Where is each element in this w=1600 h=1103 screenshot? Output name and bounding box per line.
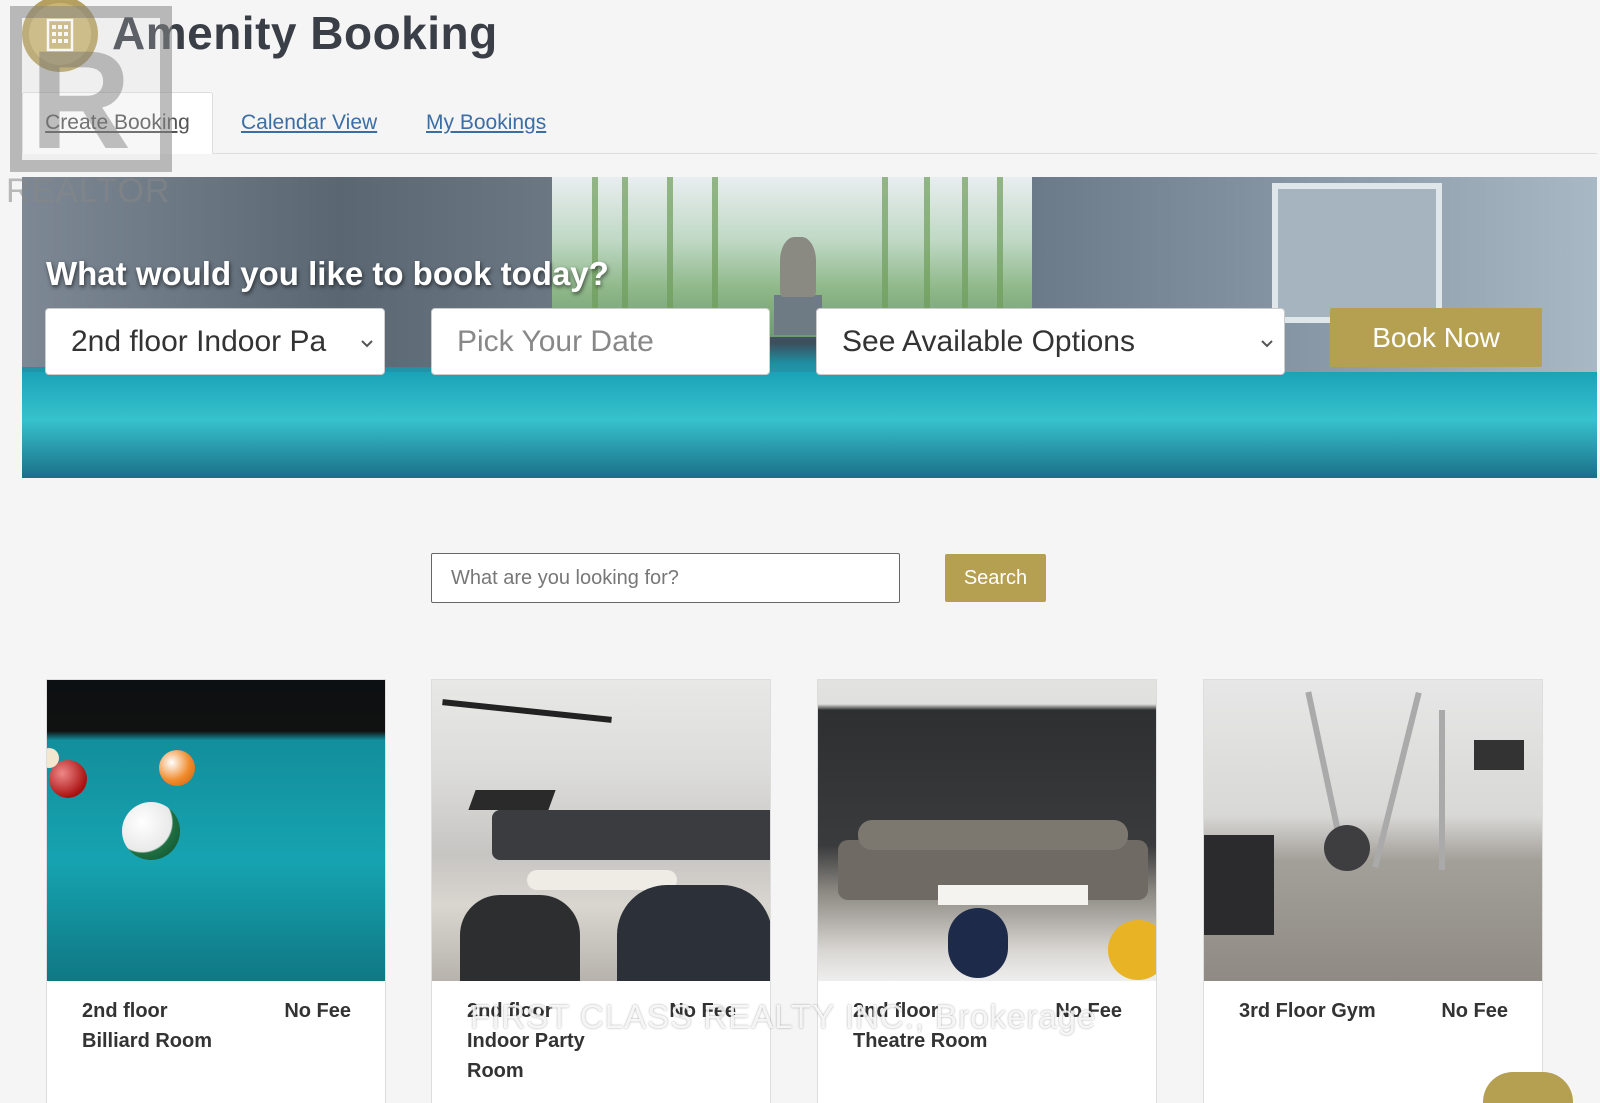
amenity-select[interactable]: 2nd floor Indoor Pa bbox=[45, 308, 385, 375]
search-button[interactable]: Search bbox=[945, 554, 1046, 602]
page-title: Amenity Booking bbox=[112, 7, 498, 59]
card-fee: No Fee bbox=[669, 1000, 736, 1022]
card-name: 3rd Floor Gym bbox=[1239, 1000, 1376, 1022]
amenity-card-gym[interactable]: 3rd Floor Gym No Fee bbox=[1203, 679, 1543, 1103]
amenity-card-party-room[interactable]: 2nd floor Indoor Party Room No Fee bbox=[431, 679, 771, 1103]
tab-bar: Create Booking Calendar View My Bookings bbox=[22, 92, 1597, 154]
tab-my-bookings[interactable]: My Bookings bbox=[426, 92, 546, 154]
card-fee: No Fee bbox=[1441, 1000, 1508, 1022]
hero-banner: What would you like to book today? 2nd f… bbox=[22, 177, 1597, 478]
search-placeholder: What are you looking for? bbox=[451, 566, 679, 589]
statue-image bbox=[780, 237, 816, 297]
book-now-button[interactable]: Book Now bbox=[1330, 308, 1542, 367]
date-picker-input[interactable]: Pick Your Date bbox=[431, 308, 770, 375]
amenity-card-theatre[interactable]: 2nd floor Theatre Room No Fee bbox=[817, 679, 1157, 1103]
chat-button[interactable] bbox=[1483, 1072, 1573, 1103]
party-room-image bbox=[432, 680, 770, 981]
building-logo-icon bbox=[22, 0, 98, 72]
card-name: 2nd floor Billiard Room bbox=[82, 1000, 213, 1052]
search-input[interactable]: What are you looking for? bbox=[431, 553, 900, 603]
amenity-card-billiard[interactable]: 2nd floor Billiard Room No Fee bbox=[46, 679, 386, 1103]
date-placeholder: Pick Your Date bbox=[457, 324, 654, 358]
billiard-room-image bbox=[47, 680, 385, 981]
amenity-select-value: 2nd floor Indoor Pa bbox=[71, 324, 327, 358]
card-name: 2nd floor Indoor Party Room bbox=[467, 1000, 585, 1082]
card-fee: No Fee bbox=[1055, 1000, 1122, 1022]
chevron-down-icon bbox=[360, 333, 374, 354]
options-select[interactable]: See Available Options bbox=[816, 308, 1285, 375]
gym-image bbox=[1204, 680, 1542, 981]
tab-calendar-view[interactable]: Calendar View bbox=[241, 92, 377, 154]
card-name: 2nd floor Theatre Room bbox=[853, 1000, 988, 1052]
tab-create-booking[interactable]: Create Booking bbox=[22, 92, 213, 154]
options-select-value: See Available Options bbox=[842, 324, 1135, 358]
card-fee: No Fee bbox=[284, 1000, 351, 1022]
hero-question: What would you like to book today? bbox=[46, 255, 609, 292]
chevron-down-icon bbox=[1260, 333, 1274, 354]
theatre-room-image bbox=[818, 680, 1156, 981]
